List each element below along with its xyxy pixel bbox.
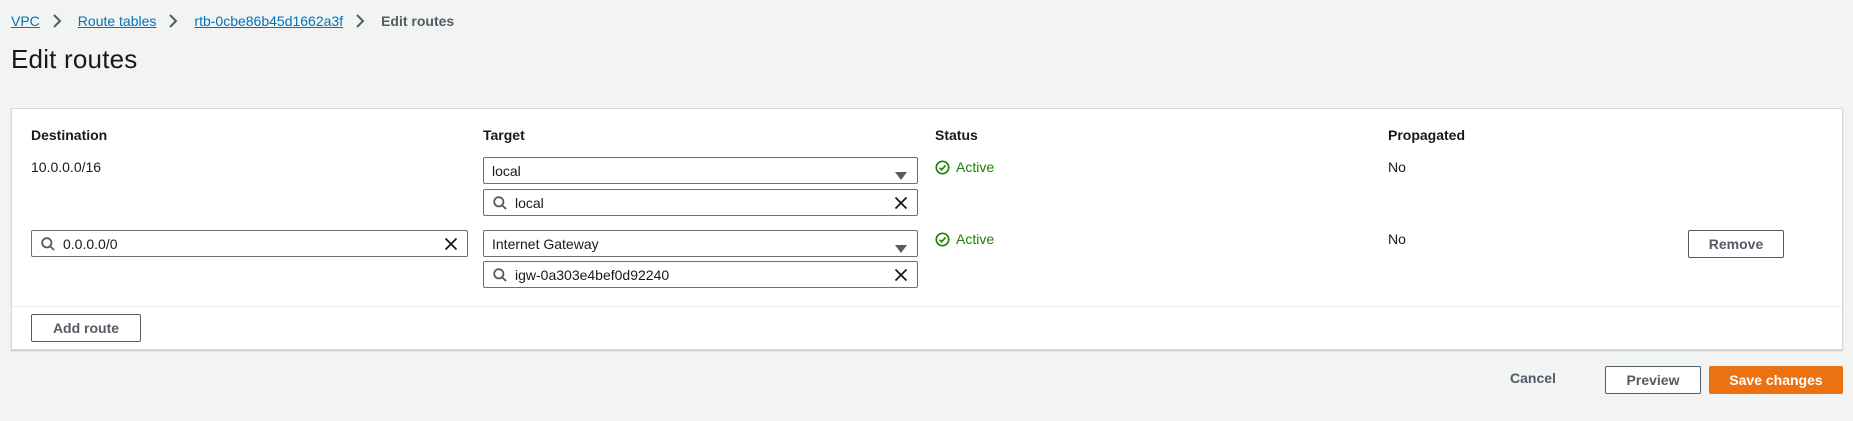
route-propagated-text: No — [1388, 159, 1406, 175]
remove-route-button[interactable]: Remove — [1688, 230, 1784, 258]
close-icon[interactable] — [891, 265, 911, 285]
search-icon — [41, 236, 55, 251]
caret-down-icon — [895, 167, 907, 183]
target-search-value: local — [515, 194, 544, 211]
breadcrumb-link-route-tables[interactable]: Route tables — [78, 13, 157, 29]
target-type-select[interactable]: local — [483, 157, 918, 184]
save-changes-button[interactable]: Save changes — [1709, 366, 1843, 394]
target-type-select[interactable]: Internet Gateway — [483, 230, 918, 257]
column-header-destination: Destination — [31, 127, 108, 143]
column-header-status: Status — [935, 127, 978, 143]
preview-button[interactable]: Preview — [1605, 366, 1701, 394]
column-header-propagated: Propagated — [1388, 127, 1466, 143]
target-type-value: Internet Gateway — [492, 235, 599, 252]
route-status-text: Active — [956, 231, 995, 247]
page-title: Edit routes — [11, 44, 138, 74]
breadcrumb-link-route-table-id[interactable]: rtb-0cbe86b45d1662a3f — [194, 13, 343, 29]
breadcrumb-link-vpc[interactable]: VPC — [11, 13, 40, 29]
search-icon — [493, 267, 507, 282]
target-search-value: igw-0a303e4bef0d92240 — [515, 266, 670, 283]
chevron-right-icon — [168, 11, 180, 31]
chevron-right-icon — [355, 11, 367, 31]
route-destination-text: 10.0.0.0/16 — [31, 159, 102, 175]
close-icon[interactable] — [891, 193, 911, 213]
search-icon — [493, 195, 507, 210]
target-type-value: local — [492, 162, 521, 179]
check-circle-icon — [935, 231, 950, 247]
route-propagated-text: No — [1388, 231, 1406, 247]
route-status-text: Active — [956, 159, 995, 175]
target-search-input[interactable]: igw-0a303e4bef0d92240 — [483, 261, 918, 288]
route-status: Active — [935, 231, 994, 247]
destination-value: 0.0.0.0/0 — [63, 235, 118, 252]
divider — [12, 306, 1842, 307]
column-header-target: Target — [483, 127, 525, 143]
close-icon[interactable] — [441, 234, 461, 254]
breadcrumb: VPC Route tables rtb-0cbe86b45d1662a3f E… — [11, 11, 454, 31]
breadcrumb-current: Edit routes — [381, 13, 455, 29]
cancel-button[interactable]: Cancel — [1510, 370, 1556, 390]
caret-down-icon — [895, 240, 907, 256]
check-circle-icon — [935, 159, 950, 175]
add-route-button[interactable]: Add route — [31, 314, 141, 342]
route-status: Active — [935, 159, 994, 175]
routes-panel: Destination Target Status Propagated 10.… — [11, 108, 1843, 350]
target-search-input[interactable]: local — [483, 189, 918, 216]
destination-input[interactable]: 0.0.0.0/0 — [31, 230, 468, 257]
chevron-right-icon — [52, 11, 64, 31]
